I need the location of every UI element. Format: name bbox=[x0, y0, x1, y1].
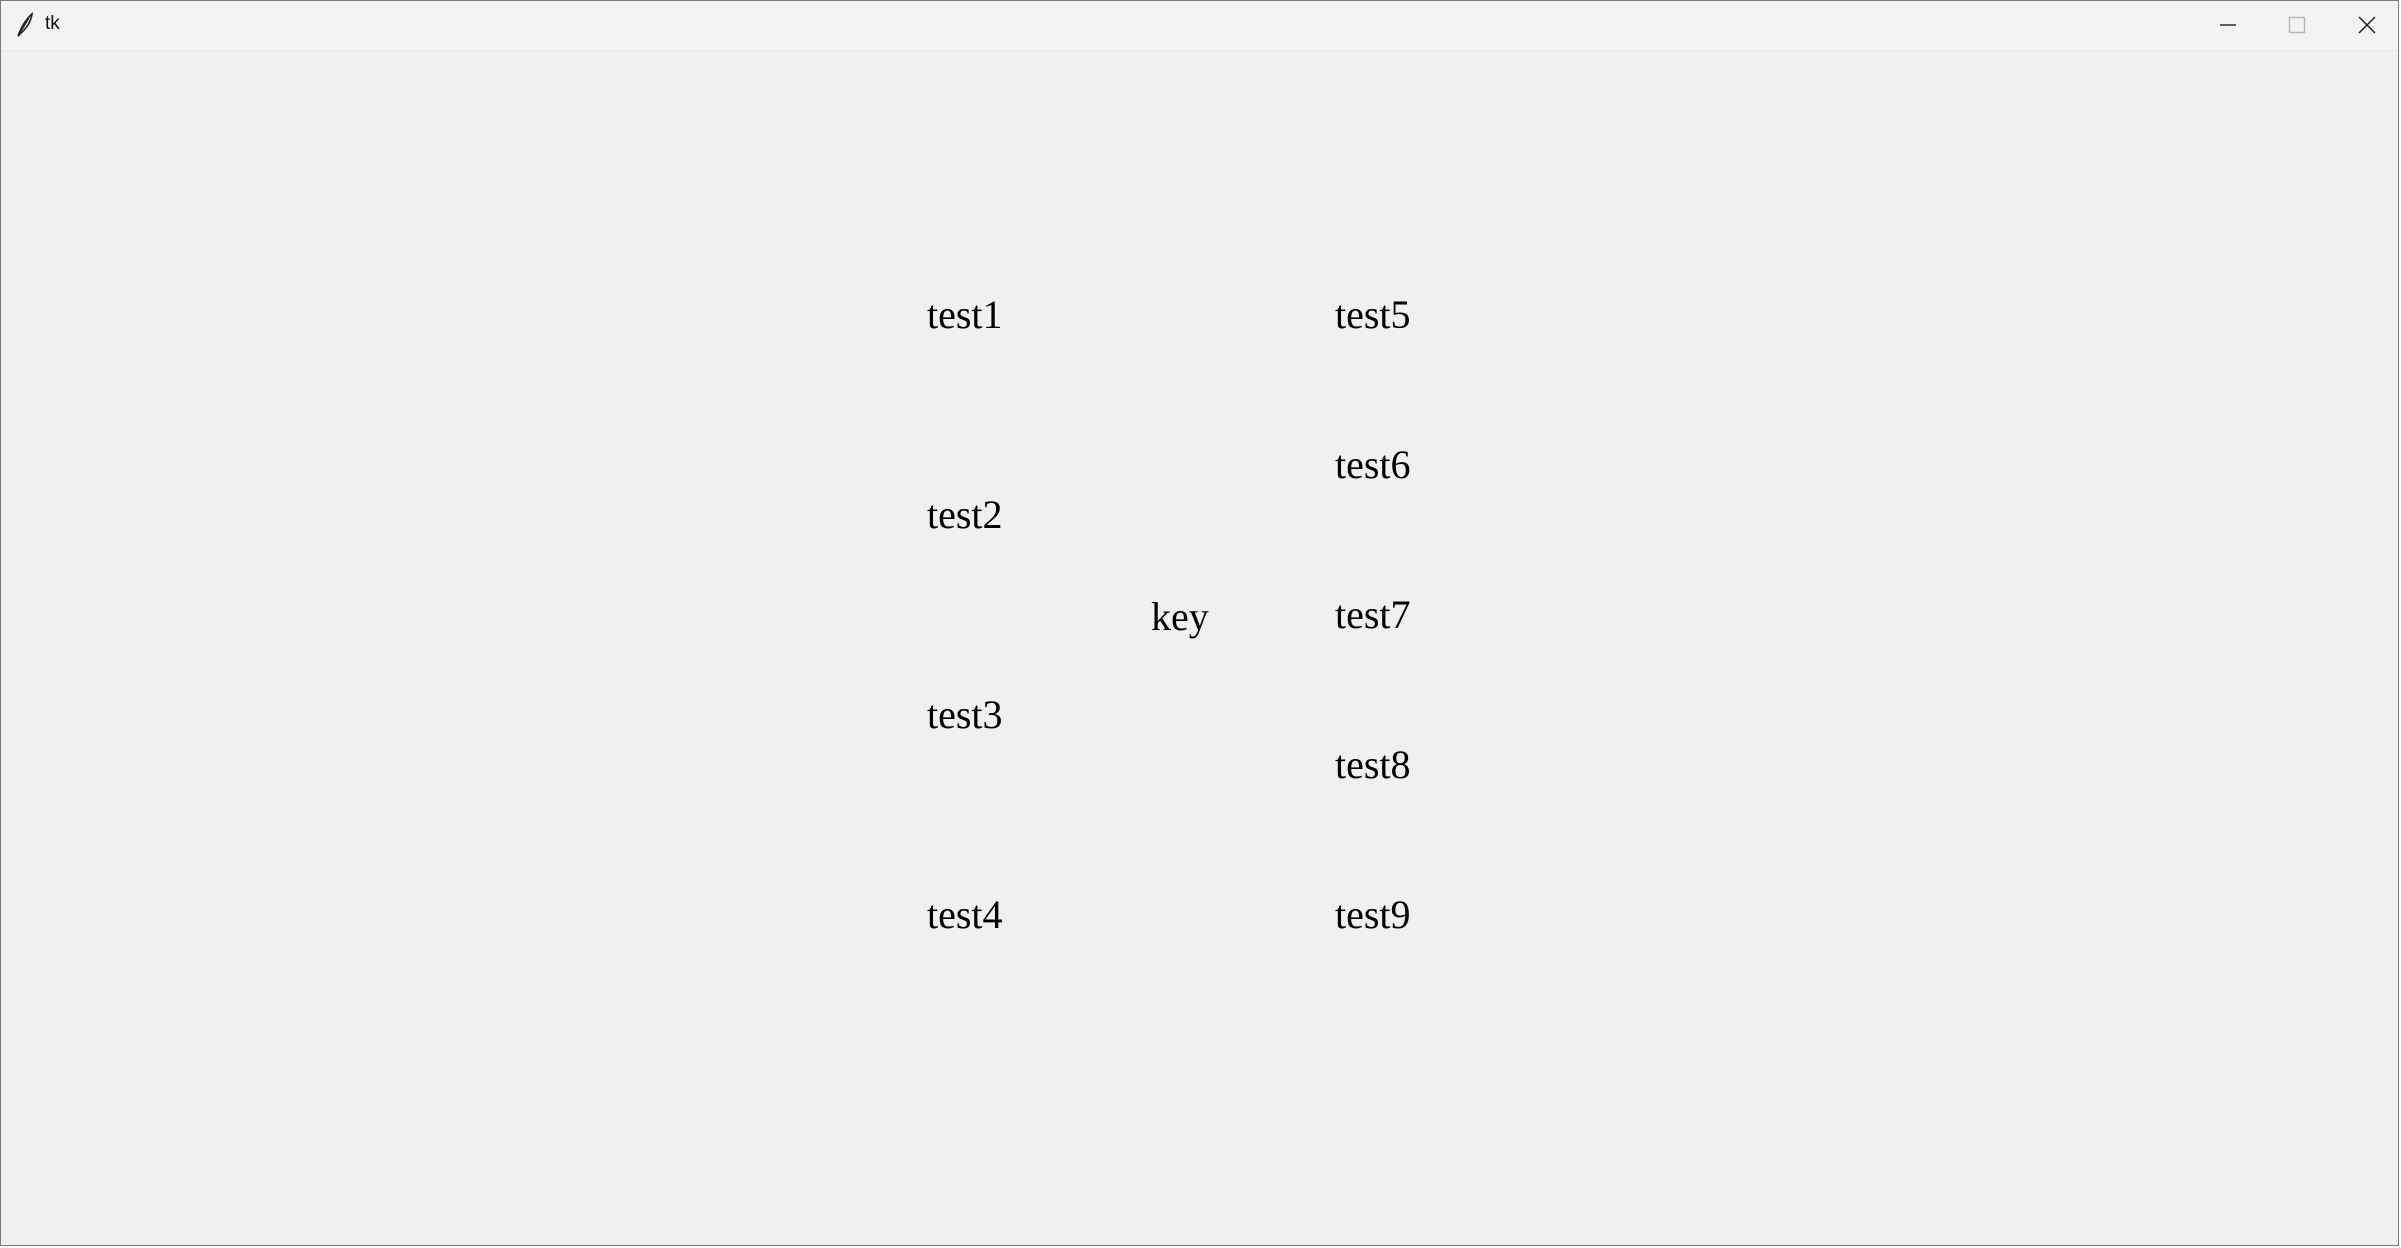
label-test8: test8 bbox=[1335, 742, 1411, 787]
title-bar[interactable]: tk bbox=[1, 1, 2398, 51]
close-button[interactable] bbox=[2333, 1, 2401, 49]
app-window: tk test1 test2 test3 test4 key test5 tes… bbox=[0, 0, 2399, 1246]
window-title: tk bbox=[45, 13, 60, 34]
minimize-button[interactable] bbox=[2194, 1, 2262, 49]
label-test2: test2 bbox=[927, 492, 1003, 537]
label-test4: test4 bbox=[927, 892, 1003, 937]
label-test7: test7 bbox=[1335, 592, 1411, 637]
label-test3: test3 bbox=[927, 692, 1003, 737]
label-test5: test5 bbox=[1335, 292, 1411, 337]
label-test6: test6 bbox=[1335, 442, 1411, 487]
minimize-icon bbox=[2220, 24, 2236, 26]
label-test9: test9 bbox=[1335, 892, 1411, 937]
client-area: test1 test2 test3 test4 key test5 test6 … bbox=[1, 51, 2398, 1245]
tk-feather-icon bbox=[15, 12, 35, 38]
close-icon bbox=[2358, 16, 2376, 34]
maximize-icon bbox=[2288, 16, 2306, 34]
label-test1: test1 bbox=[927, 292, 1003, 337]
label-key: key bbox=[1151, 594, 1209, 639]
maximize-button[interactable] bbox=[2263, 1, 2331, 49]
